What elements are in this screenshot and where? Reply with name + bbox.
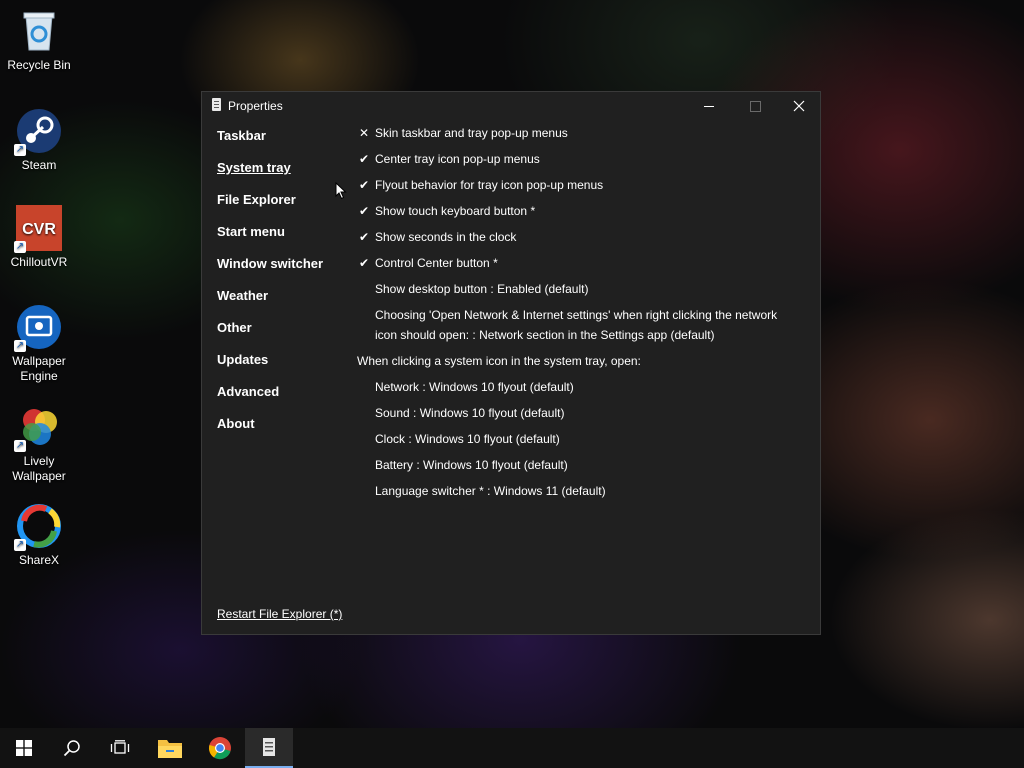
lively-wallpaper-icon: ↗ [14, 404, 62, 452]
shortcut-arrow-icon: ↗ [14, 539, 26, 551]
nav-item-window-switcher[interactable]: Window switcher [217, 256, 323, 288]
desktop-icon-label: Wallpaper Engine [12, 354, 66, 383]
chrome-button[interactable] [196, 728, 244, 768]
restart-file-explorer-link[interactable]: Restart File Explorer (*) [217, 607, 342, 621]
start-button[interactable] [0, 728, 48, 768]
option-skin-taskbar[interactable]: ✕ Skin taskbar and tray pop-up menus [357, 125, 807, 151]
file-explorer-button[interactable] [146, 728, 194, 768]
desktop-icon-steam[interactable]: ↗ Steam [4, 108, 74, 173]
properties-taskbar-button[interactable] [245, 728, 293, 768]
desktop-icon-chilloutvr[interactable]: CVR ↗ ChilloutVR [4, 205, 74, 270]
sidebar-nav: Taskbar System tray File Explorer Start … [217, 128, 323, 448]
nav-item-system-tray[interactable]: System tray [217, 160, 323, 192]
title-bar[interactable]: Properties [202, 92, 820, 120]
nav-item-other[interactable]: Other [217, 320, 323, 352]
option-show-desktop[interactable]: Show desktop button : Enabled (default) [357, 281, 807, 307]
shortcut-arrow-icon: ↗ [14, 340, 26, 352]
window-title: Properties [228, 99, 283, 113]
chilloutvr-icon: CVR ↗ [14, 205, 62, 253]
svg-text:CVR: CVR [22, 221, 56, 238]
nav-item-about[interactable]: About [217, 416, 323, 448]
nav-item-taskbar[interactable]: Taskbar [217, 128, 323, 160]
nav-item-start-menu[interactable]: Start menu [217, 224, 323, 256]
app-icon [212, 98, 221, 111]
option-network-settings[interactable]: Choosing 'Open Network & Internet settin… [357, 307, 807, 353]
search-icon [63, 740, 80, 757]
file-explorer-icon [158, 740, 182, 758]
checkmark-icon: ✔ [358, 178, 370, 192]
shortcut-arrow-icon: ↗ [14, 241, 26, 253]
shortcut-arrow-icon: ↗ [14, 440, 26, 452]
nav-item-advanced[interactable]: Advanced [217, 384, 323, 416]
settings-panel: ✕ Skin taskbar and tray pop-up menus ✔ C… [357, 125, 807, 509]
option-control-center[interactable]: ✔ Control Center button * [357, 255, 807, 281]
option-touch-keyboard[interactable]: ✔ Show touch keyboard button * [357, 203, 807, 229]
cross-icon: ✕ [358, 126, 370, 140]
checkmark-icon: ✔ [358, 230, 370, 244]
desktop-icon-label: Steam [21, 158, 57, 172]
checkmark-icon: ✔ [358, 256, 370, 270]
minimize-button[interactable] [686, 92, 732, 120]
option-clock-flyout[interactable]: Clock : Windows 10 flyout (default) [357, 431, 807, 457]
checkmark-icon: ✔ [358, 204, 370, 218]
option-center-tray-popups[interactable]: ✔ Center tray icon pop-up menus [357, 151, 807, 177]
desktop-icon-recycle-bin[interactable]: Recycle Bin [4, 8, 74, 73]
option-network-flyout[interactable]: Network : Windows 10 flyout (default) [357, 379, 807, 405]
properties-app-icon [263, 738, 275, 756]
desktop-icon-lively-wallpaper[interactable]: ↗ Lively Wallpaper [4, 404, 74, 484]
option-flyout-behavior[interactable]: ✔ Flyout behavior for tray icon pop-up m… [357, 177, 807, 203]
properties-window: Properties Taskbar System tray File Expl… [201, 91, 821, 635]
maximize-icon [749, 100, 761, 112]
section-heading: When clicking a system icon in the syste… [357, 354, 641, 368]
option-sound-flyout[interactable]: Sound : Windows 10 flyout (default) [357, 405, 807, 431]
checkmark-icon: ✔ [358, 152, 370, 166]
option-battery-flyout[interactable]: Battery : Windows 10 flyout (default) [357, 457, 807, 483]
desktop-icon-label: ShareX [18, 553, 60, 567]
shortcut-arrow-icon: ↗ [14, 144, 26, 156]
task-view-button[interactable] [96, 728, 144, 768]
start-icon [16, 740, 32, 756]
taskbar [0, 728, 1024, 768]
desktop-icon-wallpaper-engine[interactable]: ↗ Wallpaper Engine [4, 304, 74, 384]
nav-item-updates[interactable]: Updates [217, 352, 323, 384]
option-show-seconds[interactable]: ✔ Show seconds in the clock [357, 229, 807, 255]
sharex-icon: ↗ [14, 503, 62, 551]
task-view-icon [110, 740, 130, 754]
desktop-icon-label: Recycle Bin [7, 58, 71, 72]
maximize-button[interactable] [732, 92, 778, 120]
wallpaper-engine-icon: ↗ [14, 304, 62, 352]
option-language-switcher[interactable]: Language switcher * : Windows 11 (defaul… [357, 483, 807, 509]
mouse-cursor-icon [335, 182, 347, 200]
minimize-icon [704, 105, 714, 107]
nav-item-weather[interactable]: Weather [217, 288, 323, 320]
desktop-icon-label: ChilloutVR [10, 255, 68, 269]
steam-icon: ↗ [14, 108, 62, 156]
desktop-icon-sharex[interactable]: ↗ ShareX [4, 503, 74, 568]
desktop-icon-label: Lively Wallpaper [12, 454, 66, 483]
chrome-icon [208, 737, 231, 760]
close-icon [793, 100, 805, 112]
search-button[interactable] [48, 728, 96, 768]
close-button[interactable] [776, 92, 822, 120]
nav-item-file-explorer[interactable]: File Explorer [217, 192, 323, 224]
recycle-bin-icon [16, 8, 62, 54]
